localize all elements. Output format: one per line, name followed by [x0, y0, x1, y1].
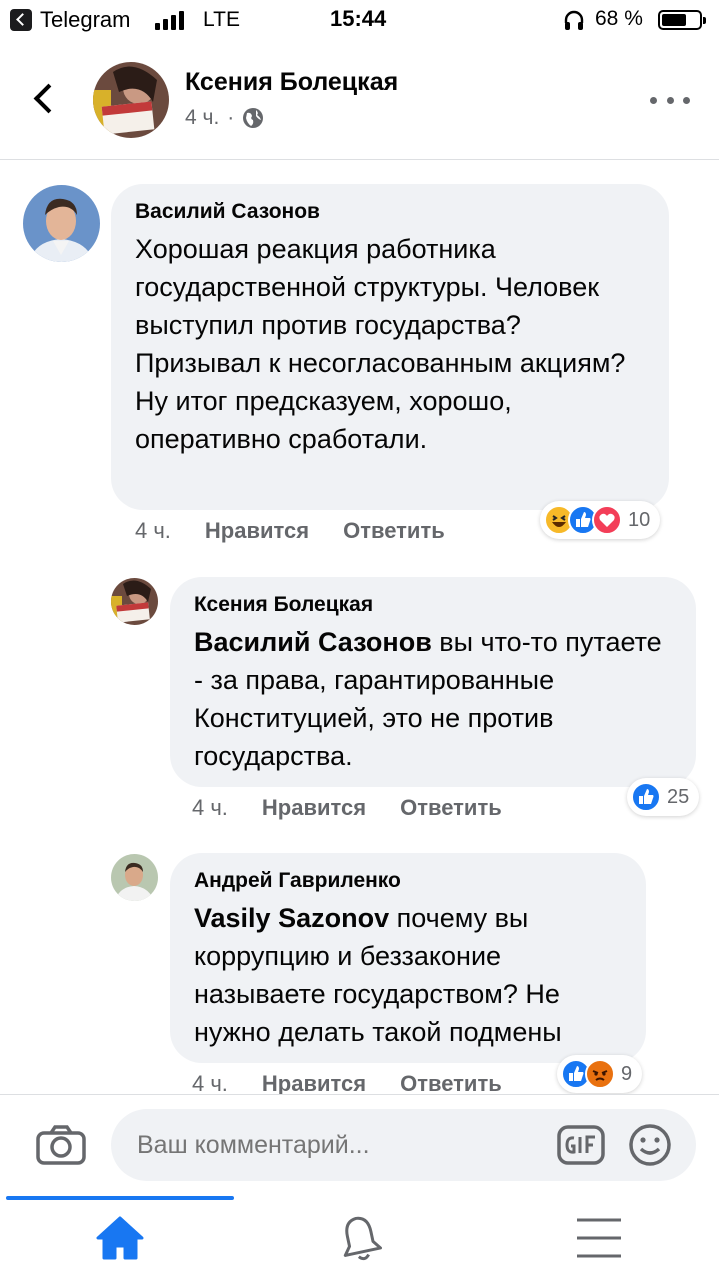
- comment-text: Хорошая реакция работника государственно…: [135, 230, 645, 458]
- more-dots-icon[interactable]: [650, 90, 690, 110]
- comment-bubble: Василий Сазонов Хорошая реакция работник…: [111, 184, 669, 510]
- like-button[interactable]: Нравится: [262, 795, 366, 821]
- back-to-app-label[interactable]: Telegram: [40, 7, 130, 33]
- comment-actions: 4 ч. Нравится Ответить: [192, 795, 502, 821]
- mention-link[interactable]: Василий Сазонов: [194, 627, 432, 657]
- mention-link[interactable]: Vasily Sazonov: [194, 903, 389, 933]
- battery-icon: [658, 10, 706, 30]
- back-to-app-icon[interactable]: [10, 9, 32, 31]
- home-icon[interactable]: [90, 1210, 150, 1266]
- meta-separator: ·: [227, 106, 235, 129]
- bottom-tab-bar: [0, 1196, 719, 1280]
- reactions-summary[interactable]: 25: [627, 778, 700, 816]
- comment-body: Хорошая реакция работника государственно…: [135, 234, 626, 454]
- active-tab-indicator: [6, 1196, 234, 1200]
- angry-reaction-icon: [585, 1059, 615, 1089]
- post-meta: 4 ч. ·: [185, 106, 264, 130]
- comment-composer: [0, 1094, 719, 1196]
- comment-author[interactable]: Ксения Болецкая: [194, 593, 672, 617]
- comment-time[interactable]: 4 ч.: [135, 518, 171, 544]
- post-header: Ксения Болецкая 4 ч. ·: [0, 40, 719, 160]
- comment-text: Василий Сазонов вы что-то путаете - за п…: [194, 623, 672, 775]
- back-chevron-icon[interactable]: [24, 78, 64, 118]
- headphones-icon: [564, 10, 584, 30]
- post-time[interactable]: 4 ч.: [185, 106, 219, 130]
- comment-actions: 4 ч. Нравится Ответить: [135, 518, 445, 544]
- comment-bubble: Ксения Болецкая Василий Сазонов вы что-т…: [170, 577, 696, 787]
- smile-icon[interactable]: [628, 1123, 672, 1167]
- reaction-count: 10: [628, 508, 651, 531]
- comment-author[interactable]: Андрей Гавриленко: [194, 869, 622, 893]
- comment-author[interactable]: Василий Сазонов: [135, 200, 645, 224]
- status-bar: Telegram LTE 15:44 68 %: [0, 0, 719, 40]
- love-reaction-icon: [592, 505, 622, 535]
- reply-button[interactable]: Ответить: [400, 795, 502, 821]
- comment-text: Vasily Sazonov почему вы коррупцию и без…: [194, 899, 622, 1051]
- reply-button[interactable]: Ответить: [343, 518, 445, 544]
- clock: 15:44: [330, 6, 387, 31]
- avatar[interactable]: [111, 578, 158, 625]
- reactions-summary[interactable]: 9: [557, 1055, 643, 1093]
- camera-icon[interactable]: [36, 1125, 86, 1165]
- battery-percent: 68 %: [595, 7, 643, 30]
- bell-icon[interactable]: [330, 1210, 390, 1266]
- avatar[interactable]: [111, 854, 158, 901]
- gif-icon[interactable]: [557, 1125, 605, 1165]
- network-type: LTE: [203, 8, 240, 31]
- signal-icon: [155, 10, 187, 30]
- reactions-summary[interactable]: 10: [540, 501, 661, 539]
- comment-bubble: Андрей Гавриленко Vasily Sazonov почему …: [170, 853, 646, 1063]
- post-author-name[interactable]: Ксения Болецкая: [185, 68, 398, 97]
- reaction-count: 9: [621, 1062, 633, 1085]
- battery-level-fill: [662, 14, 686, 26]
- globe-icon: [243, 108, 264, 128]
- reaction-count: 25: [667, 785, 690, 808]
- like-reaction-icon: [631, 782, 661, 812]
- avatar[interactable]: [23, 185, 100, 262]
- comment-input[interactable]: [111, 1109, 696, 1181]
- comment-time[interactable]: 4 ч.: [192, 795, 228, 821]
- menu-icon[interactable]: [569, 1210, 629, 1266]
- like-button[interactable]: Нравится: [205, 518, 309, 544]
- avatar[interactable]: [93, 62, 169, 138]
